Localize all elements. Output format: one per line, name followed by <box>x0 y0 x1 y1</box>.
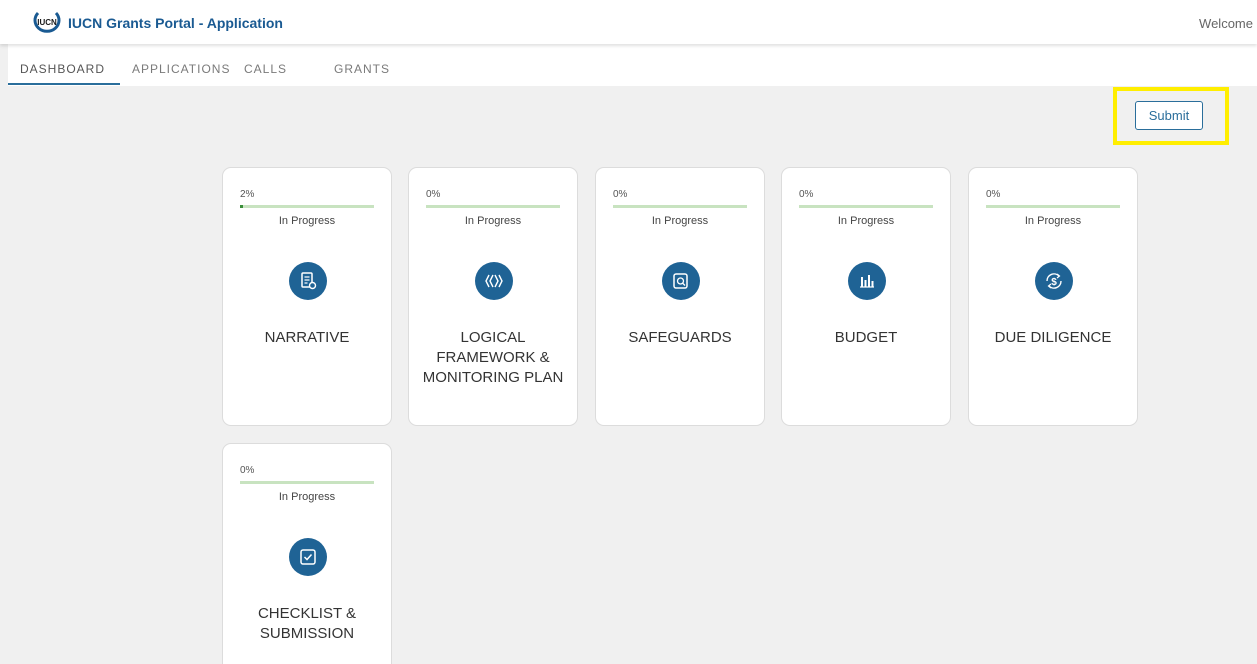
tab-dashboard[interactable]: DASHBOARD <box>20 62 105 76</box>
card-title: DUE DILIGENCE <box>994 329 1112 346</box>
progress-percent: 0% <box>799 189 814 200</box>
progress-percent: 0% <box>240 465 255 476</box>
status-text: In Progress <box>1024 215 1082 227</box>
card-narrative[interactable]: 2% In Progress NARRATIVE <box>222 167 392 426</box>
top-bar: IUCN IUCN Grants Portal - Application We… <box>0 0 1257 44</box>
status-text: In Progress <box>837 215 895 227</box>
card-title: NARRATIVE <box>264 329 350 346</box>
tab-applications[interactable]: APPLICATIONS <box>132 62 230 76</box>
card-title: SAFEGUARDS <box>628 329 732 346</box>
due-diligence-icon[interactable]: $ <box>1035 262 1073 300</box>
welcome-text: Welcome <box>1199 16 1253 31</box>
card-checklist-submission[interactable]: 0% In Progress CHECKLIST & SUBMISSION <box>222 443 392 664</box>
progress-bar <box>240 205 374 208</box>
tab-grants[interactable]: GRANTS <box>334 62 390 76</box>
tab-calls[interactable]: CALLS <box>244 62 287 76</box>
iucn-logo: IUCN <box>33 11 61 33</box>
card-due-diligence[interactable]: 0% In Progress $ DUE DILIGENCE <box>968 167 1138 426</box>
progress-percent: 0% <box>613 189 628 200</box>
card-title: LOGICAL FRAMEWORK & MONITORING PLAN <box>422 329 564 386</box>
card-safeguards[interactable]: 0% In Progress SAFEGUARDS <box>595 167 765 426</box>
logical-framework-icon[interactable] <box>475 262 513 300</box>
status-text: In Progress <box>651 215 709 227</box>
svg-text:$: $ <box>1051 277 1057 288</box>
status-text: In Progress <box>278 215 336 227</box>
svg-text:IUCN: IUCN <box>37 18 57 27</box>
progress-bar <box>986 205 1120 208</box>
status-text: In Progress <box>464 215 522 227</box>
submit-button[interactable]: Submit <box>1135 101 1203 130</box>
progress-bar-fill <box>240 205 243 208</box>
budget-icon[interactable] <box>848 262 886 300</box>
progress-bar <box>426 205 560 208</box>
progress-percent: 2% <box>240 189 255 200</box>
narrative-icon[interactable] <box>289 262 327 300</box>
progress-percent: 0% <box>426 189 441 200</box>
progress-bar <box>240 481 374 484</box>
progress-bar <box>799 205 933 208</box>
app-title: IUCN Grants Portal - Application <box>68 15 283 31</box>
card-title: BUDGET <box>834 329 898 346</box>
progress-bar <box>613 205 747 208</box>
safeguards-icon[interactable] <box>662 262 700 300</box>
tab-bar: DASHBOARD APPLICATIONS CALLS GRANTS <box>8 44 1257 86</box>
checklist-icon[interactable] <box>289 538 327 576</box>
progress-percent: 0% <box>986 189 1001 200</box>
card-logical-framework[interactable]: 0% In Progress LOGICAL FRAMEWORK & MONIT… <box>408 167 578 426</box>
card-budget[interactable]: 0% In Progress BUDGET <box>781 167 951 426</box>
active-tab-indicator <box>8 83 120 85</box>
status-text: In Progress <box>278 491 336 503</box>
card-title: CHECKLIST & SUBMISSION <box>257 605 357 642</box>
